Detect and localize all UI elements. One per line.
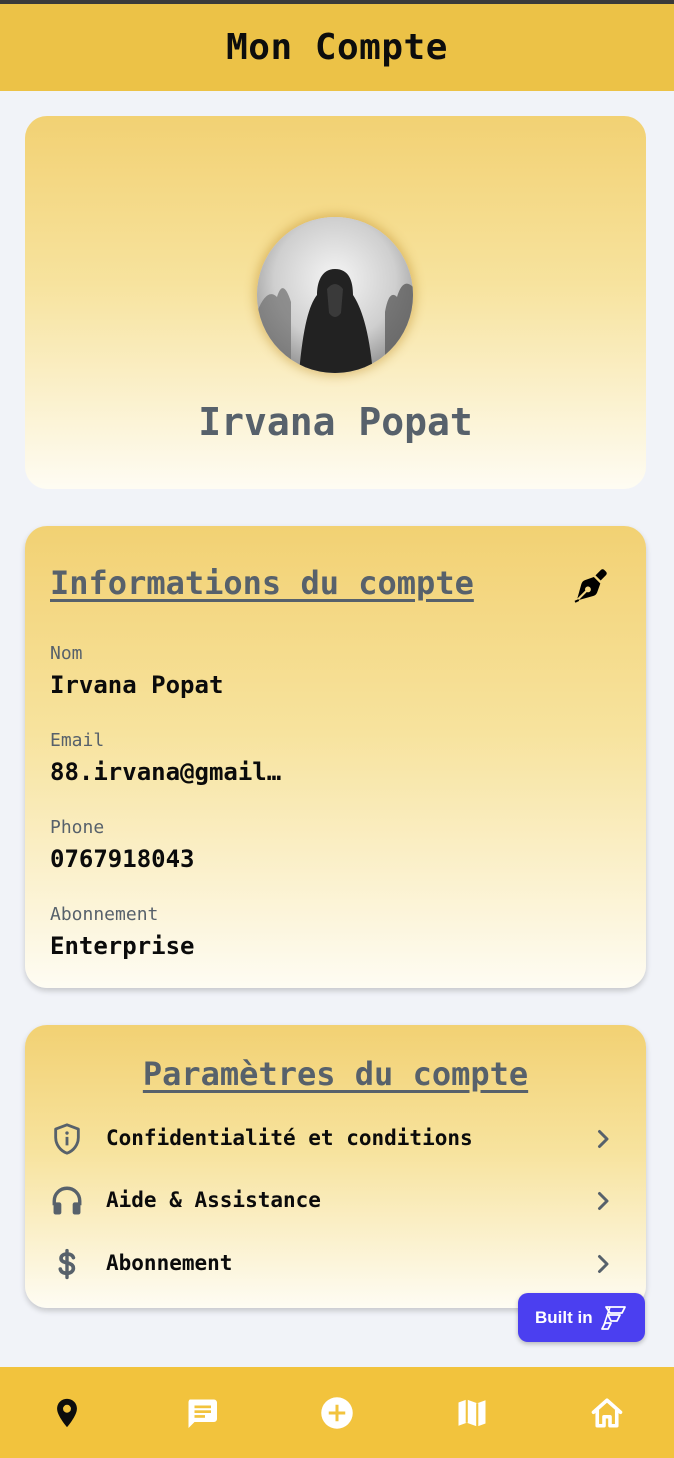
field-label-email: Email [50, 730, 105, 751]
app-bar: Mon Compte [0, 4, 674, 91]
account-settings-card: Paramètres du compte Confidentialité et … [25, 1025, 646, 1308]
field-label-abonnement: Abonnement [50, 904, 159, 925]
nav-item-add[interactable] [307, 1383, 367, 1443]
headphones-icon [49, 1183, 85, 1219]
field-value-email: 88.irvana@gmail… [50, 758, 282, 786]
field-value-nom: Irvana Popat [50, 671, 224, 699]
field-label-phone: Phone [50, 817, 105, 838]
account-settings-title: Paramètres du compte [142, 1055, 529, 1093]
location-pin-icon [57, 1398, 78, 1427]
chevron-right-icon [589, 1187, 617, 1215]
settings-item-label: Abonnement [106, 1251, 233, 1275]
home-icon [591, 1397, 622, 1428]
field-label-nom: Nom [50, 643, 83, 664]
map-icon [458, 1399, 486, 1426]
field-value-phone: 0767918043 [50, 845, 195, 873]
dollar-icon [49, 1246, 85, 1282]
page-title: Mon Compte [226, 27, 448, 68]
pen-nib-icon [574, 569, 607, 603]
profile-name: Irvana Popat [198, 400, 473, 444]
settings-item-label: Confidentialité et conditions [106, 1126, 473, 1150]
account-info-title: Informations du compte [50, 564, 474, 602]
chevron-right-icon [589, 1250, 617, 1278]
profile-card: Irvana Popat [25, 116, 646, 489]
shield-info-icon [49, 1121, 85, 1157]
settings-item-label: Aide & Assistance [106, 1188, 321, 1212]
flutterflow-icon [600, 1305, 626, 1330]
add-circle-icon [321, 1396, 353, 1429]
settings-item-subscription[interactable]: Abonnement [25, 1238, 646, 1290]
built-in-flutterflow-badge[interactable]: Built in [518, 1293, 645, 1342]
nav-item-chat[interactable] [172, 1383, 232, 1443]
settings-item-help[interactable]: Aide & Assistance [25, 1175, 646, 1227]
bottom-navigation [0, 1367, 674, 1458]
nav-item-map[interactable] [442, 1383, 502, 1443]
settings-item-privacy[interactable]: Confidentialité et conditions [25, 1113, 646, 1165]
badge-label: Built in [535, 1307, 593, 1327]
edit-account-button[interactable] [568, 564, 612, 608]
avatar [257, 217, 413, 373]
nav-item-home[interactable] [577, 1383, 637, 1443]
field-value-abonnement: Enterprise [50, 932, 195, 960]
chat-icon [188, 1399, 218, 1428]
account-info-card: Informations du compte Nom Irvana Popat … [25, 526, 646, 988]
chevron-right-icon [589, 1125, 617, 1153]
nav-item-location[interactable] [37, 1383, 97, 1443]
